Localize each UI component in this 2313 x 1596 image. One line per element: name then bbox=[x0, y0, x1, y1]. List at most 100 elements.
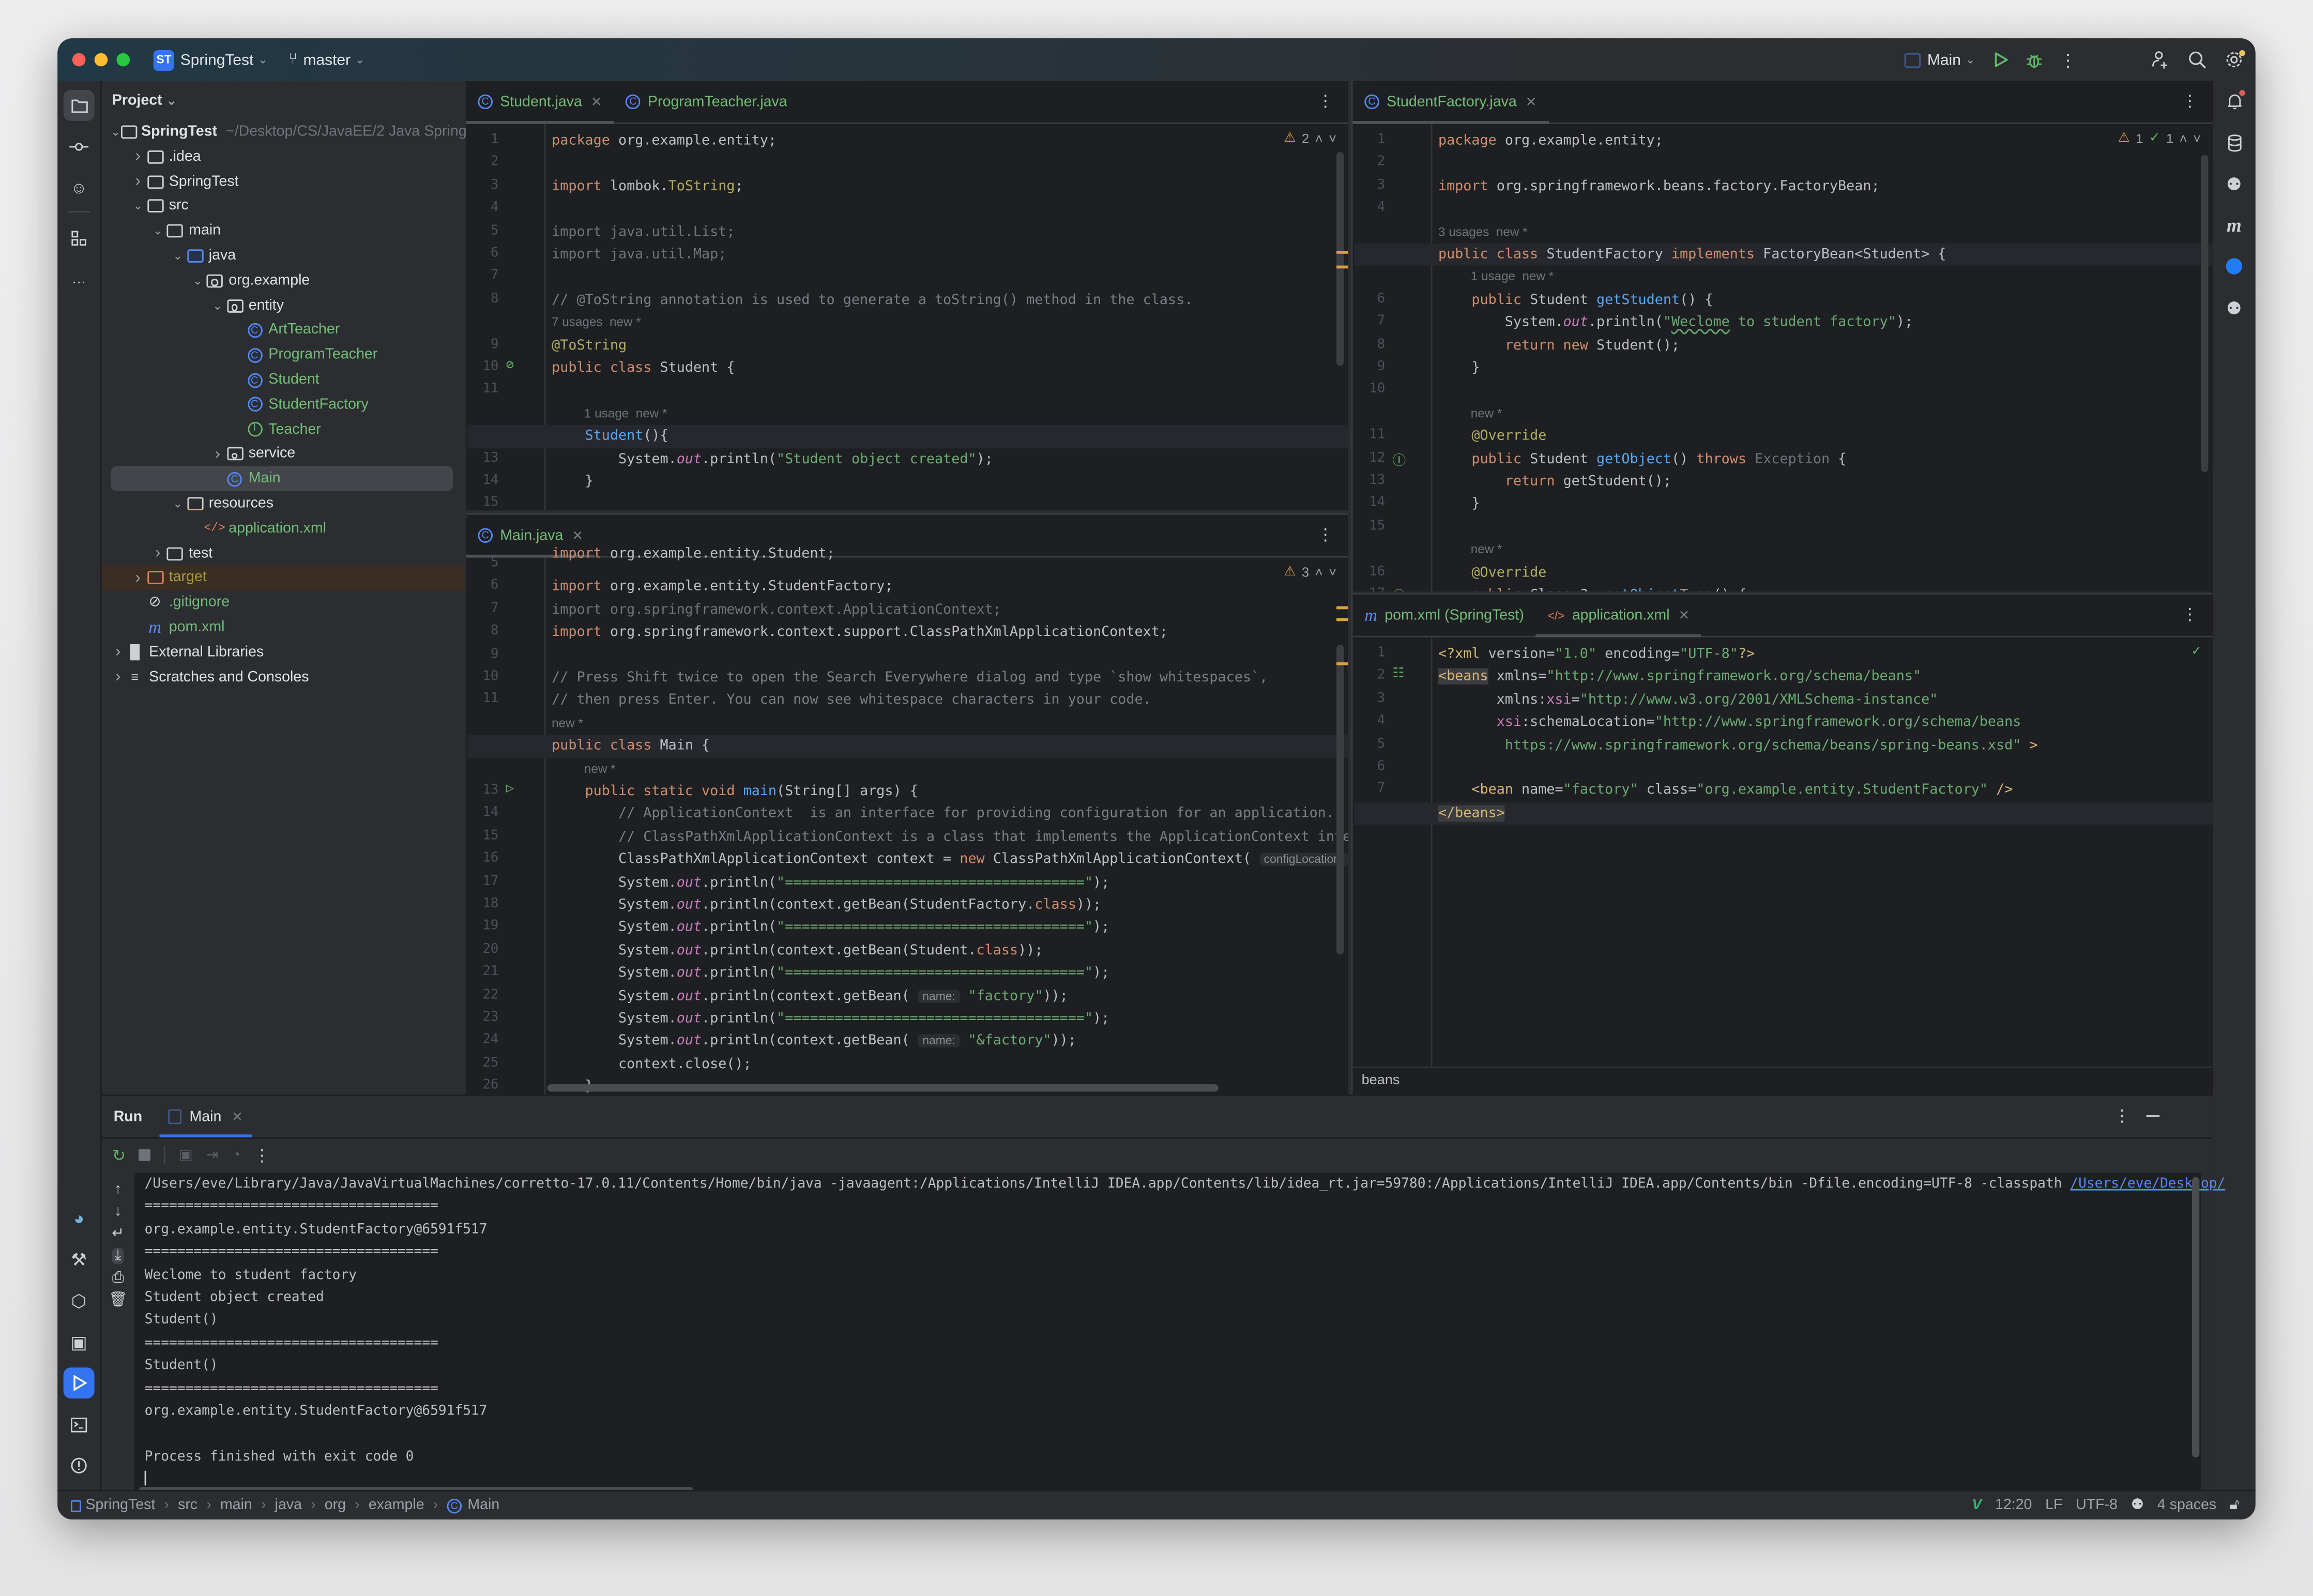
notifications-button[interactable] bbox=[2218, 85, 2249, 116]
tree-item[interactable]: C ProgramTeacher bbox=[102, 343, 465, 368]
hide-panel-button[interactable] bbox=[2146, 1115, 2160, 1117]
chevron-right-icon[interactable]: › bbox=[131, 173, 146, 190]
copilot-tool-button[interactable]: ⚉ bbox=[2218, 168, 2249, 199]
tree-item[interactable]: C Main bbox=[110, 466, 453, 492]
editor-tab-options-button[interactable]: ⋮ bbox=[2182, 605, 2198, 624]
close-tab-icon[interactable]: ✕ bbox=[591, 94, 602, 110]
code-vision-hint[interactable]: new * bbox=[552, 715, 583, 730]
close-tab-icon[interactable]: ✕ bbox=[232, 1108, 243, 1124]
code-area[interactable]: <?xml version="1.0" encoding="UTF-8"?> <b… bbox=[1354, 637, 2213, 1095]
breadcrumb-item[interactable]: example bbox=[369, 1497, 424, 1513]
indent-setting[interactable]: 4 spaces bbox=[2157, 1497, 2216, 1513]
soft-wrap-button[interactable]: ↵ bbox=[112, 1226, 124, 1242]
profiler-icon[interactable]: ◔ bbox=[232, 1147, 240, 1163]
code-area[interactable]: package org.example.entity; import org.sp… bbox=[1354, 124, 2213, 591]
tree-item[interactable]: m pom.xml bbox=[102, 615, 465, 641]
chevron-down-icon[interactable]: ⌄ bbox=[150, 224, 165, 238]
zoom-window-button[interactable] bbox=[116, 53, 130, 67]
structure-tool-button[interactable] bbox=[64, 223, 95, 254]
rerun-button[interactable]: ↻ bbox=[112, 1146, 126, 1164]
close-tab-icon[interactable]: ✕ bbox=[1679, 607, 1690, 623]
editor-main-java[interactable]: CMain.java✕⋮⚠3˄˅56789101112▷13▷141516171… bbox=[466, 513, 1348, 1095]
tree-item[interactable]: ⌄ SpringTest ~/Desktop/CS/JavaEE/2 Java Sp… bbox=[102, 119, 467, 145]
editor-horizontal-scrollbar[interactable] bbox=[547, 1084, 1219, 1092]
editor-tab-options-button[interactable]: ⋮ bbox=[1317, 525, 1333, 544]
editor-vertical-scrollbar[interactable] bbox=[1336, 151, 1344, 366]
close-tab-icon[interactable]: ✕ bbox=[1526, 94, 1537, 110]
project-panel-header[interactable]: Project ⌄ bbox=[102, 81, 465, 119]
chevron-right-icon[interactable]: › bbox=[131, 148, 146, 165]
error-stripe-mark[interactable] bbox=[1336, 662, 1348, 665]
classpath-link[interactable]: /Users/eve/Desktop/ bbox=[2070, 1176, 2225, 1192]
tree-item[interactable]: ⌄ java bbox=[102, 244, 465, 269]
editor-vertical-scrollbar[interactable] bbox=[1336, 644, 1344, 955]
settings-button[interactable] bbox=[2225, 50, 2245, 69]
build-tool-button[interactable]: ⚒ bbox=[64, 1243, 95, 1274]
chat-tool-button[interactable] bbox=[2218, 251, 2249, 282]
file-encoding[interactable]: UTF-8 bbox=[2076, 1497, 2118, 1513]
tree-item[interactable]: ⌄ resources bbox=[102, 491, 465, 516]
breadcrumb-item[interactable]: Main bbox=[467, 1497, 499, 1513]
copilot-status-icon[interactable]: ⚉ bbox=[2131, 1497, 2144, 1513]
console-output[interactable]: /Users/eve/Library/Java/JavaVirtualMachi… bbox=[134, 1173, 2225, 1495]
run-tab-main[interactable]: Main ✕ bbox=[160, 1096, 252, 1137]
console-vertical-scrollbar[interactable] bbox=[2192, 1177, 2200, 1458]
endpoints-tool-button[interactable]: ▣ bbox=[64, 1326, 95, 1357]
exit-icon[interactable]: ⇥ bbox=[206, 1147, 219, 1163]
chevron-down-icon[interactable]: ⌄ bbox=[210, 299, 225, 312]
editor-application-xml[interactable]: m pom.xml (SpringTest) </> application.xml ✕… bbox=[1351, 593, 2213, 1095]
scroll-up-button[interactable]: ↑ bbox=[114, 1181, 121, 1197]
tree-item[interactable]: C ArtTeacher bbox=[102, 318, 465, 343]
code-vision-hint[interactable]: 3 usages new * bbox=[1438, 224, 1528, 239]
code-vision-hint[interactable]: new * bbox=[1471, 405, 1502, 420]
code-area[interactable]: import org.example.entity.Student; import… bbox=[467, 546, 1348, 1095]
tree-item[interactable]: ⊘ .gitignore bbox=[102, 590, 465, 616]
project-tool-button[interactable] bbox=[63, 90, 95, 121]
run-button[interactable] bbox=[1993, 52, 2009, 68]
editor-gutter[interactable]: 12345678910⊘1112131415 bbox=[466, 124, 537, 510]
stop-button[interactable] bbox=[139, 1149, 151, 1161]
run-config-selector[interactable]: Main ⌄ bbox=[1904, 51, 1975, 69]
vim-plugin-icon[interactable]: V bbox=[1972, 1497, 1982, 1513]
chevron-right-icon[interactable]: › bbox=[131, 569, 146, 587]
unlock-icon[interactable]: 🔓︎ bbox=[2230, 1497, 2240, 1513]
breadcrumb-item[interactable]: beans bbox=[1362, 1072, 1400, 1088]
ai-help-tool-button[interactable]: ☺ bbox=[64, 173, 95, 204]
breadcrumb-item[interactable]: org bbox=[325, 1497, 346, 1513]
editor-tab[interactable]: </> application.xml ✕ bbox=[1535, 595, 1702, 637]
add-user-button[interactable] bbox=[2151, 50, 2170, 69]
editor-studentfactory-java[interactable]: CStudentFactory.java✕⋮⚠1✓1˄˅12345⊘678910… bbox=[1351, 81, 2213, 592]
breadcrumb-item[interactable]: SpringTest bbox=[85, 1497, 155, 1513]
services-tool-button[interactable]: ⬡ bbox=[64, 1285, 95, 1316]
tree-item[interactable]: I Teacher bbox=[102, 417, 465, 442]
error-stripe-mark[interactable] bbox=[1336, 606, 1348, 609]
tree-item[interactable]: › target bbox=[101, 565, 465, 591]
editor-tab[interactable]: C ProgramTeacher.java bbox=[614, 81, 799, 123]
more-tools-button[interactable]: … bbox=[64, 264, 95, 295]
tree-item[interactable]: ⌄ org.example bbox=[102, 268, 465, 294]
tree-item[interactable]: › ▐▌ External Libraries bbox=[102, 640, 465, 665]
breadcrumb-item[interactable]: java bbox=[275, 1497, 302, 1513]
minimize-window-button[interactable] bbox=[94, 53, 108, 67]
error-stripe-mark[interactable] bbox=[1336, 251, 1348, 253]
chevron-down-icon[interactable]: ⌄ bbox=[171, 497, 186, 511]
commit-tool-button[interactable] bbox=[64, 131, 95, 162]
ai-assistant-tool-button[interactable]: ◕ bbox=[64, 1202, 95, 1233]
chevron-down-icon[interactable]: ⌄ bbox=[111, 126, 120, 139]
scroll-to-end-button[interactable]: ⤓ bbox=[112, 1248, 125, 1265]
copilot-chat-tool-button[interactable]: ⚉ bbox=[2218, 292, 2249, 323]
run-panel-options-button[interactable]: ⋮ bbox=[2114, 1106, 2130, 1126]
chevron-down-icon[interactable]: ⌄ bbox=[131, 200, 146, 213]
clear-console-button[interactable]: 🗑︎ bbox=[109, 1292, 127, 1308]
database-tool-button[interactable] bbox=[2218, 127, 2249, 158]
more-actions-button[interactable]: ⋮ bbox=[2059, 50, 2077, 70]
run-gutter-icon[interactable]: ▷ bbox=[506, 782, 514, 797]
code-vision-hint[interactable]: 1 usage new * bbox=[1471, 269, 1554, 284]
tree-item[interactable]: C Student bbox=[102, 367, 465, 392]
code-vision-hint[interactable]: 7 usages new * bbox=[552, 314, 641, 329]
terminal-tool-button[interactable] bbox=[64, 1409, 95, 1440]
code-vision-hint[interactable]: new * bbox=[1471, 542, 1502, 557]
editor-gutter[interactable]: 56789101112▷13▷1415161718192021222324252… bbox=[466, 556, 537, 1095]
impl-gutter-icon[interactable]: Ⓘ bbox=[1393, 449, 1406, 469]
error-stripe-mark[interactable] bbox=[1336, 265, 1348, 268]
